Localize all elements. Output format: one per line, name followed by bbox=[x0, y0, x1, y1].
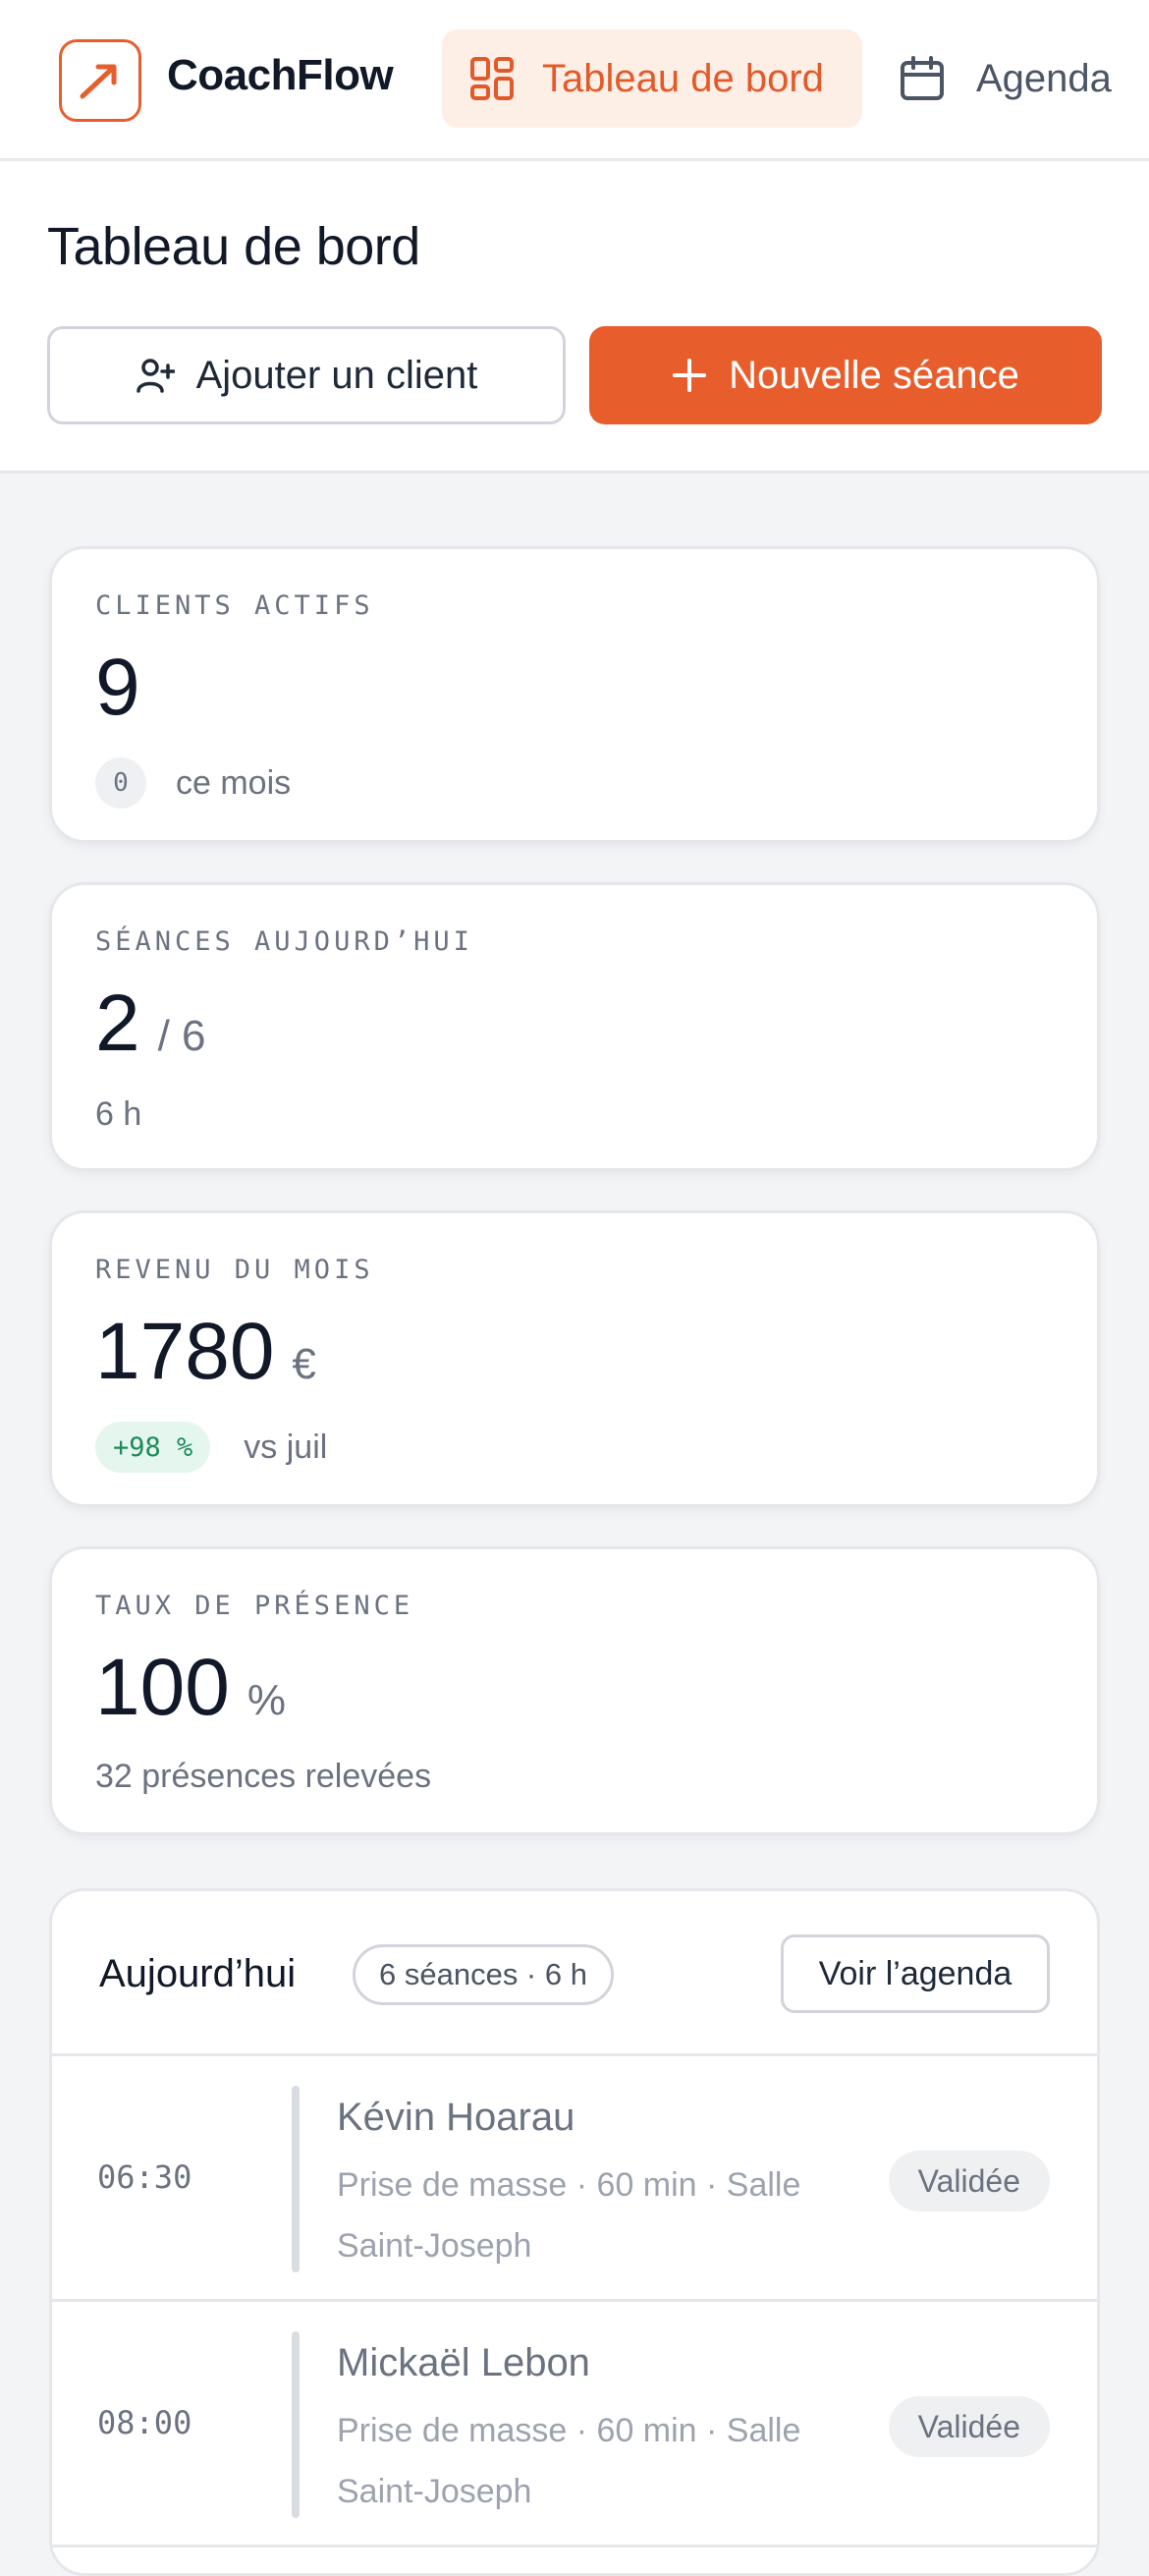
add-client-button[interactable]: Ajouter un client bbox=[47, 326, 566, 424]
nav-item-dashboard[interactable]: Tableau de bord bbox=[442, 29, 862, 128]
stat-sub: 32 présences relevées bbox=[95, 1758, 431, 1796]
trend-arrow-icon bbox=[80, 64, 117, 99]
stat-delta-row: 0 ce mois bbox=[95, 757, 291, 809]
stat-label: TAUX DE PRÉSENCE bbox=[95, 1591, 414, 1621]
stat-card-attendance-rate: TAUX DE PRÉSENCE 100 % 32 présences rele… bbox=[49, 1546, 1100, 1835]
today-title: Aujourd’hui bbox=[99, 1952, 297, 1995]
session-status-badge: Validée bbox=[888, 2151, 1050, 2212]
app-logo[interactable] bbox=[59, 39, 141, 122]
grid-icon bbox=[470, 57, 514, 100]
session-time: 08:00 bbox=[97, 2404, 192, 2441]
session-client-name: Mickaël Lebon bbox=[337, 2341, 590, 2384]
stat-sub-text: 32 présences relevées bbox=[95, 1758, 432, 1795]
delta-badge: +98 % bbox=[95, 1422, 211, 1473]
stat-unit: % bbox=[246, 1676, 286, 1724]
stat-unit: € bbox=[292, 1340, 316, 1388]
nav-item-agenda[interactable]: Agenda bbox=[900, 29, 1112, 128]
session-row[interactable]: 06:30 Kévin Hoarau Prise de masse · 60 m… bbox=[52, 2056, 1097, 2302]
stat-number: 9 bbox=[95, 643, 140, 732]
stat-sub: 6 h bbox=[95, 1095, 141, 1134]
stat-number: 1780 bbox=[95, 1307, 275, 1396]
top-navigation: CoachFlow Tableau de bord Agenda bbox=[0, 0, 1149, 161]
delta-badge: 0 bbox=[95, 757, 146, 809]
page-header: Tableau de bord Ajouter un client Nouvel… bbox=[0, 161, 1149, 474]
stat-card-sessions-today: SÉANCES AUJOURD’HUI 2 / 6 6 h bbox=[49, 882, 1100, 1171]
session-description: Prise de masse · 60 min · Salle Saint-Jo… bbox=[337, 2412, 801, 2510]
stat-card-monthly-revenue: REVENU DU MOIS 1780 € +98 % vs juil bbox=[49, 1210, 1100, 1507]
delta-label: vs juil bbox=[244, 1428, 328, 1466]
stat-value: 9 bbox=[95, 647, 140, 728]
session-description: Prise de masse · 60 min · Salle Saint-Jo… bbox=[337, 2166, 801, 2265]
new-session-label: Nouvelle séance bbox=[729, 353, 1019, 397]
user-plus-icon bbox=[136, 359, 175, 393]
stat-label: REVENU DU MOIS bbox=[95, 1255, 374, 1285]
stat-label: SÉANCES AUJOURD’HUI bbox=[95, 926, 473, 957]
session-divider bbox=[292, 2086, 300, 2272]
stat-value: 2 / 6 bbox=[95, 983, 206, 1064]
session-row[interactable]: 08:00 Mickaël Lebon Prise de masse · 60 … bbox=[52, 2302, 1097, 2548]
page-title: Tableau de bord bbox=[47, 217, 420, 276]
stat-delta-row: +98 % vs juil bbox=[95, 1422, 327, 1473]
stat-total: / 6 bbox=[157, 1012, 206, 1060]
view-agenda-button[interactable]: Voir l’agenda bbox=[781, 1934, 1050, 2013]
stat-label: CLIENTS ACTIFS bbox=[95, 590, 374, 621]
session-divider bbox=[292, 2331, 300, 2518]
new-session-button[interactable]: Nouvelle séance bbox=[589, 326, 1102, 424]
stat-card-active-clients: CLIENTS ACTIFS 9 0 ce mois bbox=[49, 546, 1100, 843]
stat-sub-text: 6 h bbox=[95, 1095, 142, 1133]
delta-label: ce mois bbox=[176, 763, 292, 802]
app-name: CoachFlow bbox=[167, 51, 394, 99]
today-panel: Aujourd’hui 6 séances · 6 h Voir l’agend… bbox=[49, 1888, 1100, 2576]
today-summary-badge: 6 séances · 6 h bbox=[353, 1944, 614, 2005]
calendar-icon bbox=[901, 56, 944, 100]
add-client-label: Ajouter un client bbox=[195, 353, 478, 397]
session-client-name: Kévin Hoarau bbox=[337, 2096, 575, 2139]
plus-icon bbox=[673, 359, 707, 392]
session-time: 06:30 bbox=[97, 2158, 192, 2196]
today-panel-header: Aujourd’hui 6 séances · 6 h Voir l’agend… bbox=[52, 1891, 1097, 2056]
stat-value: 100 % bbox=[95, 1648, 286, 1728]
nav-item-dashboard-label: Tableau de bord bbox=[542, 56, 824, 100]
stat-value: 1780 € bbox=[95, 1312, 316, 1392]
session-status-badge: Validée bbox=[888, 2396, 1050, 2457]
nav-item-agenda-label: Agenda bbox=[976, 56, 1112, 100]
stat-number: 2 bbox=[95, 979, 140, 1068]
stat-number: 100 bbox=[95, 1643, 230, 1732]
